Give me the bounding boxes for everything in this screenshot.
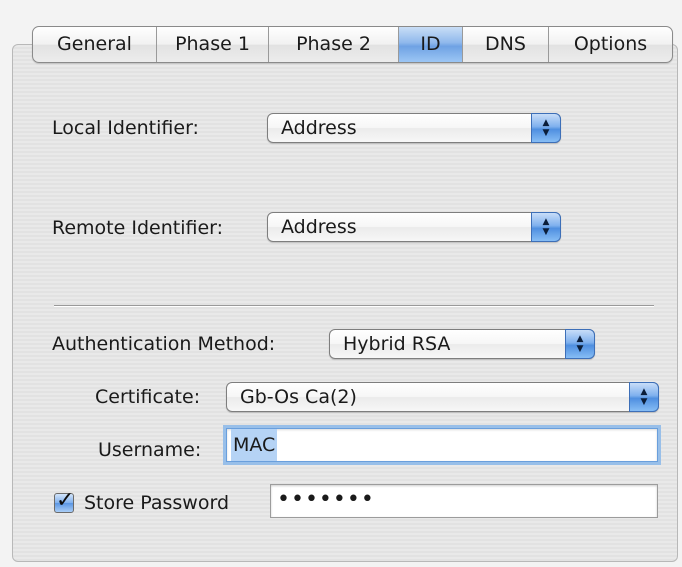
auth-method-label: Authentication Method: bbox=[52, 333, 276, 355]
popup-arrows-icon: ▲ ▼ bbox=[531, 212, 561, 242]
local-identifier-label: Local Identifier: bbox=[52, 117, 199, 139]
remote-identifier-popup[interactable]: Address ▲ ▼ bbox=[267, 212, 561, 242]
certificate-label: Certificate: bbox=[95, 386, 201, 408]
username-label: Username: bbox=[98, 439, 202, 461]
tab-general[interactable]: General bbox=[33, 27, 157, 62]
store-password-label: Store Password bbox=[84, 492, 230, 514]
tab-dns[interactable]: DNS bbox=[463, 27, 549, 62]
username-value: MAC bbox=[231, 429, 278, 461]
tab-options[interactable]: Options bbox=[549, 27, 672, 62]
username-field[interactable]: MAC bbox=[226, 428, 658, 462]
store-password-checkbox[interactable]: ✓ bbox=[54, 488, 74, 513]
password-value: ••••••• bbox=[277, 487, 375, 512]
auth-method-value: Hybrid RSA bbox=[343, 333, 451, 355]
tab-id[interactable]: ID bbox=[399, 27, 463, 62]
tab-bar: General Phase 1 Phase 2 ID DNS Options bbox=[32, 26, 673, 63]
section-divider bbox=[54, 305, 654, 307]
local-identifier-value: Address bbox=[281, 117, 357, 139]
remote-identifier-value: Address bbox=[281, 216, 357, 238]
auth-method-popup[interactable]: Hybrid RSA ▲ ▼ bbox=[329, 329, 595, 359]
checkmark-icon: ✓ bbox=[56, 488, 75, 513]
popup-arrows-icon: ▲ ▼ bbox=[531, 113, 561, 143]
certificate-value: Gb-Os Ca(2) bbox=[240, 386, 357, 408]
popup-arrows-icon: ▲ ▼ bbox=[565, 329, 595, 359]
password-field[interactable]: ••••••• bbox=[270, 484, 658, 518]
remote-identifier-label: Remote Identifier: bbox=[52, 217, 224, 239]
local-identifier-popup[interactable]: Address ▲ ▼ bbox=[267, 113, 561, 143]
tab-phase-2[interactable]: Phase 2 bbox=[269, 27, 399, 62]
certificate-popup[interactable]: Gb-Os Ca(2) ▲ ▼ bbox=[226, 382, 659, 412]
tab-phase-1[interactable]: Phase 1 bbox=[157, 27, 269, 62]
popup-arrows-icon: ▲ ▼ bbox=[629, 382, 659, 412]
